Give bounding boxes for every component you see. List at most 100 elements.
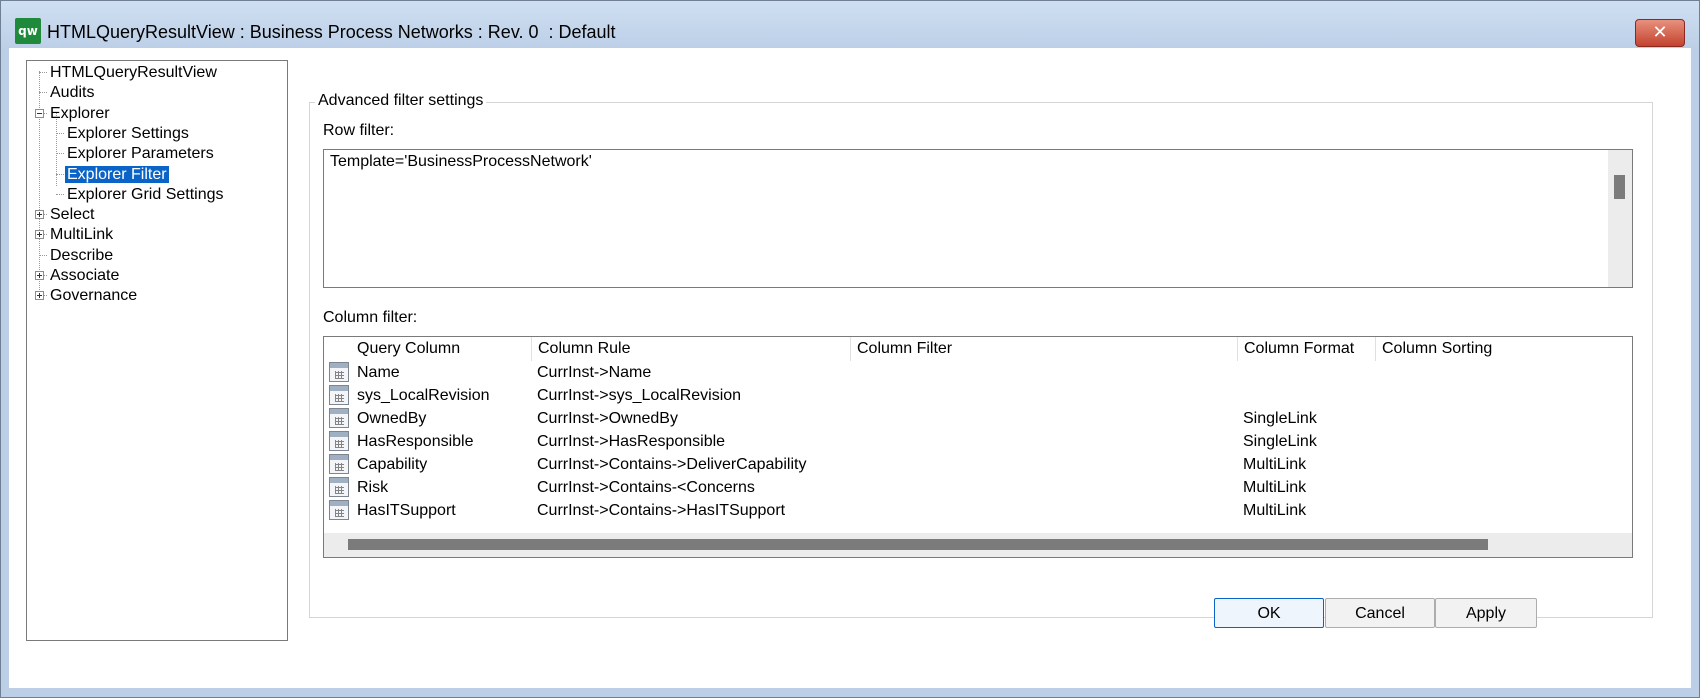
cell-column-filter[interactable] [850, 407, 856, 430]
table-row[interactable]: Capability CurrInst->Contains->DeliverCap… [324, 453, 1632, 476]
row-filter-scroll-thumb[interactable] [1614, 175, 1625, 199]
cell-column-filter[interactable] [850, 453, 856, 476]
title-bar[interactable]: qw HTMLQueryResultView : Business Proces… [1, 1, 1699, 47]
collapse-minus-icon[interactable] [35, 108, 44, 118]
table-row[interactable]: sys_LocalRevision CurrInst->sys_LocalRevi… [324, 384, 1632, 407]
row-filter-value[interactable]: Template='BusinessProcessNetwork' [330, 153, 592, 171]
app-logo-icon: qw [15, 18, 41, 44]
cell-query-column[interactable]: HasITSupport [351, 499, 456, 522]
header-query-column[interactable]: Query Column [351, 337, 531, 361]
apply-button[interactable]: Apply [1435, 598, 1537, 628]
cell-query-column[interactable]: HasResponsible [351, 430, 474, 453]
cell-column-sorting[interactable] [1375, 407, 1381, 430]
tree-item[interactable]: Explorer [48, 103, 112, 125]
column-filter-grid[interactable]: Query Column Column Rule Column Filter C… [323, 336, 1633, 558]
table-grid-icon [329, 408, 349, 428]
tree-item[interactable]: Explorer Parameters [65, 143, 216, 165]
tree-item-label: Explorer Parameters [67, 145, 214, 163]
cell-column-sorting[interactable] [1375, 361, 1381, 384]
cancel-button[interactable]: Cancel [1325, 598, 1435, 628]
tree-item[interactable]: MultiLink [48, 224, 115, 246]
cell-column-sorting[interactable] [1375, 476, 1381, 499]
table-grid-icon [329, 431, 349, 451]
cell-column-format[interactable]: MultiLink [1237, 476, 1306, 499]
grid-horizontal-scrollbar[interactable] [324, 533, 1632, 557]
tree-item[interactable]: Describe [48, 245, 115, 267]
header-column-filter[interactable]: Column Filter [850, 337, 1237, 361]
tree-item[interactable]: Select [48, 204, 96, 226]
cell-query-column[interactable]: Name [351, 361, 400, 384]
cell-column-format[interactable]: MultiLink [1237, 499, 1306, 522]
cell-column-format[interactable]: SingleLink [1237, 430, 1317, 453]
tree-guide-line [56, 132, 64, 134]
cell-column-rule[interactable]: CurrInst->Contains->DeliverCapability [531, 453, 806, 476]
tree-item[interactable]: Explorer Filter [65, 164, 169, 186]
expand-plus-icon[interactable] [35, 271, 44, 280]
settings-tree[interactable]: HTMLQueryResultView Audits Explorer Explore… [26, 60, 288, 641]
row-filter-scrollbar[interactable] [1608, 150, 1632, 287]
tree-item-label: Explorer Filter [65, 165, 169, 183]
tree-item-label: Audits [50, 84, 95, 102]
tree-item-label: HTMLQueryResultView [50, 64, 217, 81]
cell-query-column[interactable]: sys_LocalRevision [351, 384, 490, 407]
cell-column-filter[interactable] [850, 476, 856, 499]
cell-column-format[interactable]: SingleLink [1237, 407, 1317, 430]
cell-column-filter[interactable] [850, 384, 856, 407]
cell-column-filter[interactable] [850, 361, 856, 384]
table-row[interactable]: OwnedBy CurrInst->OwnedBy SingleLink [324, 407, 1632, 430]
cell-column-filter[interactable] [850, 430, 856, 453]
cell-column-rule[interactable]: CurrInst->HasResponsible [531, 430, 725, 453]
table-row[interactable]: HasITSupport CurrInst->Contains->HasITSup… [324, 499, 1632, 522]
header-column-rule[interactable]: Column Rule [531, 337, 850, 361]
cell-query-column[interactable]: Capability [351, 453, 427, 476]
header-column-format[interactable]: Column Format [1237, 337, 1375, 361]
cell-column-rule[interactable]: CurrInst->sys_LocalRevision [531, 384, 741, 407]
ok-button[interactable]: OK [1214, 598, 1324, 628]
cell-column-rule[interactable]: CurrInst->Contains-<Concerns [531, 476, 755, 499]
cell-column-rule[interactable]: CurrInst->Name [531, 361, 651, 384]
grid-scroll-thumb[interactable] [348, 539, 1488, 550]
tree-item[interactable]: Explorer Settings [65, 123, 191, 145]
tree-item[interactable]: Governance [48, 285, 139, 307]
table-row[interactable]: Risk CurrInst->Contains-<Concerns MultiLin… [324, 476, 1632, 499]
table-grid-icon [329, 500, 349, 520]
tree-item[interactable]: HTMLQueryResultView [48, 62, 219, 84]
tree-item-label: Select [50, 206, 95, 224]
cell-query-column[interactable]: Risk [351, 476, 388, 499]
expand-plus-icon[interactable] [35, 230, 44, 240]
cell-column-format[interactable]: MultiLink [1237, 453, 1306, 476]
tree-guide-line [39, 72, 47, 73]
tree-item-label: Governance [50, 287, 138, 305]
cell-column-rule[interactable]: CurrInst->OwnedBy [531, 407, 678, 430]
cell-column-sorting[interactable] [1375, 453, 1381, 476]
cell-column-sorting[interactable] [1375, 430, 1381, 453]
expand-plus-icon[interactable] [35, 291, 44, 301]
tree-item-label: Describe [50, 246, 114, 264]
table-grid-icon [329, 362, 349, 382]
tree-guide-line [56, 173, 64, 175]
tree-guide-line [39, 71, 40, 295]
close-button[interactable]: ✕ [1635, 19, 1685, 47]
tree-guide-line [56, 193, 64, 195]
table-row[interactable]: Name CurrInst->Name [324, 361, 1632, 384]
window-title: HTMLQueryResultView : Business Process N… [47, 22, 616, 42]
tree-item-label: Associate [50, 267, 120, 284]
cell-query-column[interactable]: OwnedBy [351, 407, 426, 430]
tree-item[interactable]: Audits [48, 82, 96, 104]
cell-column-sorting[interactable] [1375, 499, 1381, 522]
cell-column-filter[interactable] [850, 499, 856, 522]
cell-column-sorting[interactable] [1375, 384, 1381, 407]
tree-item[interactable]: Explorer Grid Settings [65, 184, 226, 206]
tree-item-label: MultiLink [50, 226, 114, 244]
table-grid-icon [329, 385, 349, 405]
tree-guide-line [39, 92, 47, 94]
table-row[interactable]: HasResponsible CurrInst->HasResponsible Si… [324, 430, 1632, 453]
tree-item[interactable]: Associate [48, 265, 121, 287]
cell-column-format[interactable] [1237, 361, 1243, 384]
tree-item-label: Explorer [50, 104, 110, 122]
header-column-sorting[interactable]: Column Sorting [1375, 337, 1615, 361]
cell-column-rule[interactable]: CurrInst->Contains->HasITSupport [531, 499, 785, 522]
cell-column-format[interactable] [1237, 384, 1243, 407]
expand-plus-icon[interactable] [35, 210, 44, 220]
row-filter-textarea[interactable]: Template='BusinessProcessNetwork' [323, 149, 1633, 288]
